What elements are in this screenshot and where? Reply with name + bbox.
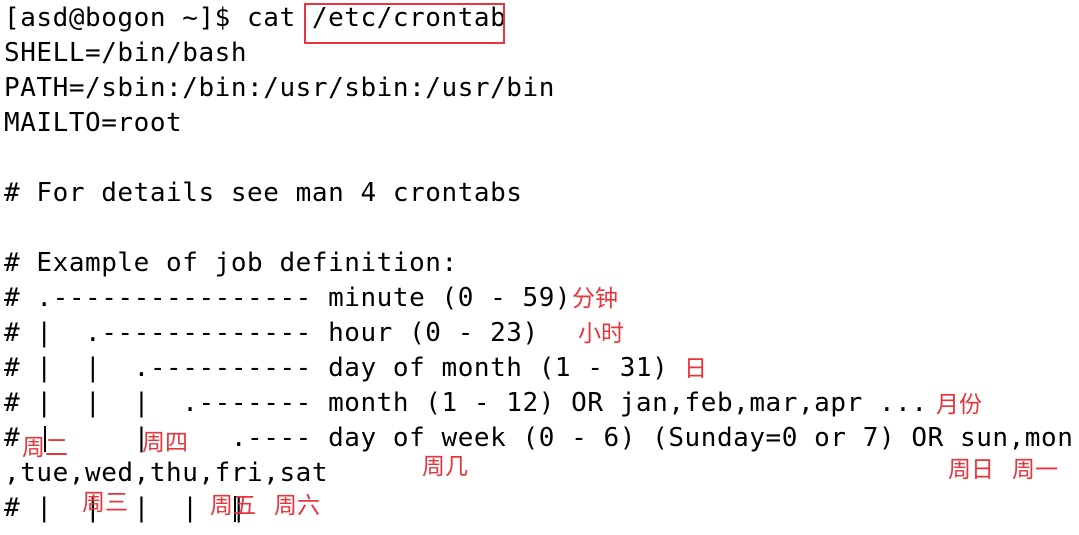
annotation-fri: 周五 [210,493,256,519]
annotation-thu: 周四 [142,430,188,456]
annotation-wed: 周三 [82,490,128,516]
annotation-hour: 小时 [578,321,624,347]
day-field-line: # | | .---------- day of month (1 - 31) [4,353,669,383]
annotation-month: 月份 [936,392,982,418]
path-setting: PATH=/sbin:/bin:/usr/sbin:/usr/bin [4,73,555,103]
annotation-tue: 周二 [22,435,68,461]
annotation-day: 日 [684,356,707,382]
minute-field-line: # .---------------- minute (0 - 59) [4,283,572,313]
details-comment: # For details see man 4 crontabs [4,178,523,208]
annotation-mon: 周一 [1012,457,1058,483]
hour-field-line: # | .------------- hour (0 - 23) [4,318,539,348]
shell-setting: SHELL=/bin/bash [4,38,248,68]
mailto-setting: MAILTO=root [4,108,183,138]
annotation-sun: 周日 [948,457,994,483]
month-field-line: # | | | .------- month (1 - 12) OR jan,f… [4,388,928,418]
annotation-minute: 分钟 [572,286,618,312]
terminal-output: [asd@bogon ~]$ cat /etc/crontab SHELL=/b… [0,0,1079,535]
example-comment: # Example of job definition: [4,248,458,278]
crontab-path-highlight [304,3,505,44]
annotation-sat: 周六 [274,493,320,519]
annotation-weekday: 周几 [422,454,468,480]
